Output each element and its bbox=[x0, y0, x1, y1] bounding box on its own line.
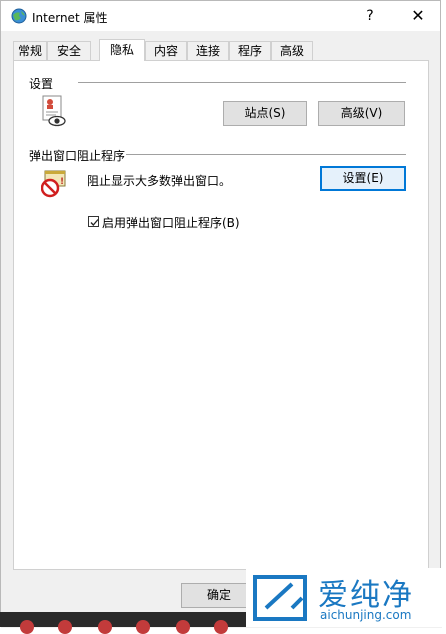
tab-programs[interactable]: 程序 bbox=[229, 41, 271, 60]
popup-settings-button[interactable]: 设置(E) bbox=[320, 166, 406, 191]
title-bar[interactable]: Internet 属性 ? ✕ bbox=[1, 1, 440, 31]
popup-blocker-group-divider bbox=[126, 154, 406, 155]
tab-content[interactable]: 内容 bbox=[145, 41, 187, 60]
watermark-url: aichunjing.com bbox=[320, 608, 412, 622]
popup-blocker-group-label: 弹出窗口阻止程序 bbox=[29, 149, 126, 163]
settings-group-label: 设置 bbox=[29, 77, 54, 91]
taskbar-app-icon bbox=[136, 620, 150, 634]
popup-blocked-icon: ! bbox=[40, 170, 69, 198]
enable-popup-blocker-checkbox[interactable] bbox=[88, 216, 99, 227]
privacy-certificate-icon bbox=[41, 95, 67, 127]
advanced-button[interactable]: 高级(V) bbox=[318, 101, 405, 126]
taskbar-app-icon bbox=[58, 620, 72, 634]
settings-group-divider bbox=[78, 82, 406, 83]
tab-general[interactable]: 常规 bbox=[13, 41, 47, 60]
watermark: 爱纯净 aichunjing.com bbox=[246, 568, 446, 627]
watermark-logo-icon bbox=[252, 574, 308, 622]
tab-connections[interactable]: 连接 bbox=[187, 41, 229, 60]
taskbar-app-icon bbox=[214, 620, 228, 634]
privacy-tab-panel: 设置 站点(S) 高级(V) 弹出窗口阻止程序 ! 阻止显示大多数弹出窗口。 设… bbox=[13, 60, 429, 570]
internet-globe-icon bbox=[11, 8, 27, 24]
help-button[interactable]: ? bbox=[358, 4, 382, 28]
tab-privacy[interactable]: 隐私 bbox=[99, 39, 145, 61]
svg-text:!: ! bbox=[60, 177, 64, 187]
taskbar-app-icon bbox=[176, 620, 190, 634]
popup-blocker-description: 阻止显示大多数弹出窗口。 bbox=[87, 174, 232, 188]
tab-advanced[interactable]: 高级 bbox=[271, 41, 313, 60]
tab-security[interactable]: 安全 bbox=[47, 41, 91, 60]
taskbar-app-icon bbox=[20, 620, 34, 634]
window-title: Internet 属性 bbox=[32, 11, 108, 25]
sites-button[interactable]: 站点(S) bbox=[223, 101, 307, 126]
enable-popup-blocker-label[interactable]: 启用弹出窗口阻止程序(B) bbox=[102, 214, 240, 231]
internet-properties-window: Internet 属性 ? ✕ 常规 安全 隐私 内容 连接 程序 高级 设置 bbox=[0, 0, 442, 628]
close-button[interactable]: ✕ bbox=[406, 4, 430, 28]
taskbar-app-icon bbox=[98, 620, 112, 634]
